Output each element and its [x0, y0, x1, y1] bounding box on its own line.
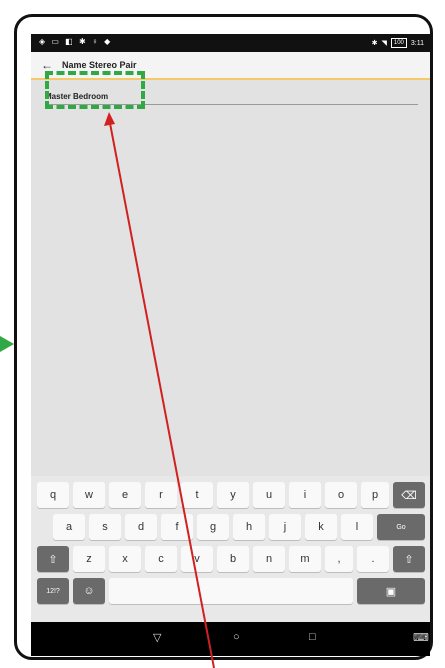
key-q[interactable]: q — [37, 482, 69, 508]
key-comma[interactable]: , — [325, 546, 353, 572]
key-c[interactable]: c — [145, 546, 177, 572]
key-s[interactable]: s — [89, 514, 121, 540]
symbols-key[interactable]: 12!? — [37, 578, 69, 604]
status-time: 3:11 — [410, 39, 424, 47]
key-l[interactable]: l — [341, 514, 373, 540]
go-key-label: Go — [396, 523, 406, 531]
status-right-group: ✱ ◥ 100 3:11 — [372, 38, 424, 48]
key-z[interactable]: z — [73, 546, 105, 572]
shift-icon: ⇧ — [48, 553, 58, 566]
key-h[interactable]: h — [233, 514, 265, 540]
symbols-key-label: 12!? — [46, 587, 60, 595]
key-p[interactable]: p — [361, 482, 389, 508]
go-key[interactable]: Go — [377, 514, 425, 540]
status-bar: ◈ ▭ ◧ ✱ ♀ ◆ ✱ ◥ 100 3:11 — [31, 34, 430, 52]
nav-back-icon[interactable]: ▽ — [153, 631, 161, 644]
shift-icon: ⇧ — [404, 553, 414, 566]
key-d[interactable]: d — [125, 514, 157, 540]
key-u[interactable]: u — [253, 482, 285, 508]
key-f[interactable]: f — [161, 514, 193, 540]
key-period[interactable]: . — [357, 546, 389, 572]
hide-keyboard-key[interactable]: ▣ — [357, 578, 425, 604]
backspace-key[interactable]: ⌫ — [393, 482, 425, 508]
key-k[interactable]: k — [305, 514, 337, 540]
system-nav-bar: ▽ ○ □ ⌨ — [31, 622, 430, 656]
key-r[interactable]: r — [145, 482, 177, 508]
battery-icon: 100 — [390, 38, 407, 48]
bluetooth-icon: ✱ — [371, 40, 378, 47]
key-a[interactable]: a — [53, 514, 85, 540]
key-m[interactable]: m — [289, 546, 321, 572]
nav-keyboard-icon[interactable]: ⌨ — [413, 631, 429, 644]
key-g[interactable]: g — [197, 514, 229, 540]
key-i[interactable]: i — [289, 482, 321, 508]
nav-home-icon[interactable]: ○ — [233, 631, 240, 643]
backspace-icon: ⌫ — [401, 489, 417, 502]
wifi-icon: ◥ — [381, 40, 387, 47]
on-screen-keyboard: q w e r t y u i o p ⌫ a s d f g h j k l … — [31, 476, 430, 622]
side-arrow-icon — [0, 336, 14, 352]
nav-recents-icon[interactable]: □ — [309, 631, 316, 643]
hide-keyboard-icon: ▣ — [385, 585, 397, 598]
emoji-key[interactable]: ☺ — [73, 578, 105, 604]
emoji-icon: ☺ — [83, 585, 95, 597]
key-e[interactable]: e — [109, 482, 141, 508]
key-o[interactable]: o — [325, 482, 357, 508]
status-notification-icons: ◈ ▭ ◧ ✱ ♀ ◆ — [39, 37, 113, 46]
back-arrow-icon[interactable]: ← — [41, 58, 53, 72]
highlight-box — [45, 71, 145, 109]
key-v[interactable]: v — [181, 546, 213, 572]
key-b[interactable]: b — [217, 546, 249, 572]
key-w[interactable]: w — [73, 482, 105, 508]
key-n[interactable]: n — [253, 546, 285, 572]
key-y[interactable]: y — [217, 482, 249, 508]
key-j[interactable]: j — [269, 514, 301, 540]
key-x[interactable]: x — [109, 546, 141, 572]
shift-key-left[interactable]: ⇧ — [37, 546, 69, 572]
space-bar[interactable] — [109, 578, 353, 604]
tablet-screen: ◈ ▭ ◧ ✱ ♀ ◆ ✱ ◥ 100 3:11 ← Name Stereo P… — [31, 34, 430, 656]
page-title: Name Stereo Pair — [62, 60, 137, 70]
shift-key-right[interactable]: ⇧ — [393, 546, 425, 572]
key-t[interactable]: t — [181, 482, 213, 508]
